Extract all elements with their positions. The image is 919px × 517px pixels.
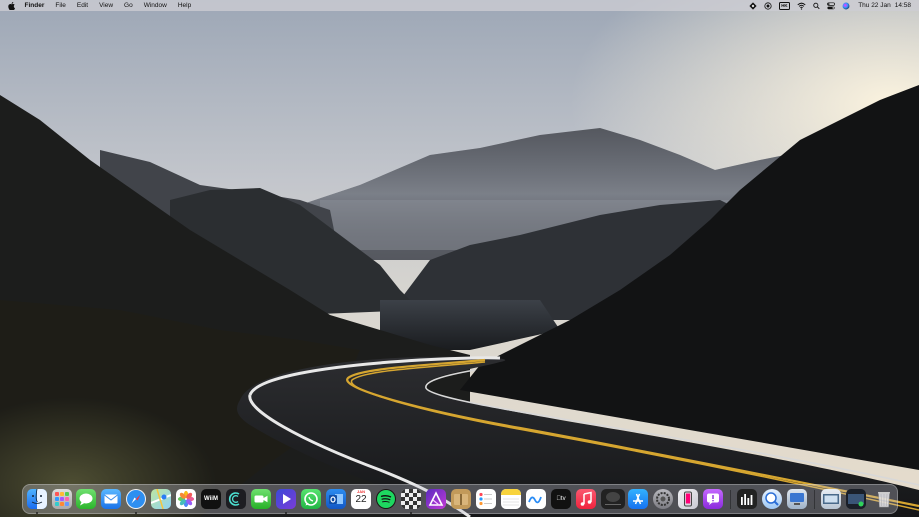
dock-app-audio-meter[interactable] [737, 489, 757, 509]
launchpad-icon [55, 492, 69, 506]
appletv-label: tv [558, 496, 566, 502]
whatsapp-icon [304, 492, 318, 506]
reminders-icon [479, 492, 492, 506]
menubar-clock[interactable]: Thu 22 Jan 14:58 [858, 2, 911, 9]
dock-app-screen-sharing[interactable] [787, 489, 807, 509]
dock-app-appstore[interactable] [628, 489, 648, 509]
dock-app-settings[interactable] [653, 489, 673, 509]
dock-stack-downloads[interactable] [821, 489, 841, 509]
audio-meter-icon [741, 494, 753, 505]
photos-icon [177, 490, 195, 508]
dock-separator [814, 490, 815, 509]
menu-help[interactable]: Help [172, 0, 196, 11]
dock-app-photos[interactable] [176, 489, 196, 509]
dock-trash[interactable] [874, 489, 894, 509]
menu-file[interactable]: File [50, 0, 71, 11]
screen-sharing-icon [790, 493, 804, 505]
dock: WiiM JAN 22 tv [22, 484, 898, 514]
dock-app-mail[interactable] [101, 489, 121, 509]
dock-app-preview[interactable] [762, 489, 782, 509]
dock-app-notes[interactable] [501, 489, 521, 509]
dock-app-music[interactable] [576, 489, 596, 509]
dock-app-outlook[interactable] [326, 489, 346, 509]
menubar-date: Thu 22 Jan [858, 2, 891, 9]
dock-separator [730, 490, 731, 509]
safari-icon [127, 490, 145, 508]
menu-go[interactable]: Go [119, 0, 139, 11]
dock-app-messages[interactable] [76, 489, 96, 509]
music-icon [580, 491, 592, 506]
input-source-icon[interactable]: HK [778, 0, 791, 11]
downloads-stack-icon [823, 494, 839, 504]
wiim-icon: WiiM [204, 496, 218, 502]
dock-app-screensaver[interactable] [601, 489, 625, 509]
dock-app-infuse[interactable] [276, 489, 296, 509]
menu-edit[interactable]: Edit [71, 0, 93, 11]
screensaver-icon [605, 492, 621, 505]
menubar-time: 14:58 [894, 2, 911, 9]
spotify-icon [377, 490, 395, 508]
dock-app-calendar[interactable]: JAN 22 [351, 489, 371, 509]
trash-icon [878, 492, 890, 508]
dock-app-appletv[interactable]: tv [551, 489, 571, 509]
maps-icon [151, 489, 171, 509]
apple-menu-icon[interactable] [8, 0, 15, 11]
facetime-icon [254, 495, 268, 503]
dock-app-freeform[interactable] [526, 489, 546, 509]
dock-stack-desktop[interactable] [846, 489, 866, 509]
siri-icon[interactable] [842, 0, 850, 11]
messages-icon [79, 493, 93, 506]
dock-app-finder[interactable] [27, 489, 47, 509]
spotlight-search-icon[interactable] [813, 0, 820, 11]
dock-app-launchpad[interactable] [52, 489, 72, 509]
feedback-icon [707, 493, 719, 505]
dock-app-archive[interactable] [451, 489, 471, 509]
infuse-icon [283, 494, 291, 504]
dock-app-whatsapp[interactable] [301, 489, 321, 509]
running-indicator [410, 511, 412, 514]
menu-app-name[interactable]: Finder [19, 0, 50, 11]
wifi-icon[interactable] [797, 0, 806, 11]
dock-app-chess[interactable] [401, 489, 421, 509]
screen-record-icon[interactable] [764, 0, 772, 11]
mail-icon [104, 494, 118, 504]
phone-mirroring-icon [684, 491, 692, 507]
freeform-icon [528, 496, 542, 504]
menu-bar: Finder File Edit View Go Window Help HK … [0, 0, 919, 11]
outlook-icon [329, 494, 343, 504]
desktop-stack-icon [848, 494, 864, 507]
control-center-icon[interactable] [827, 0, 836, 11]
calendar-day: 22 [355, 494, 367, 505]
dock-app-phone-mirroring[interactable] [678, 489, 698, 509]
notes-icon [501, 489, 521, 506]
running-indicator [285, 511, 287, 514]
dock-app-facetime[interactable] [251, 489, 271, 509]
menu-view[interactable]: View [94, 0, 119, 11]
appletv-icon: tv [556, 496, 565, 502]
running-indicator [135, 511, 137, 514]
desktop-wallpaper [0, 0, 919, 517]
running-indicator [36, 511, 38, 514]
input-source-label: HK [778, 1, 791, 10]
affinity-icon [428, 491, 444, 506]
menu-window[interactable]: Window [138, 0, 172, 11]
dock-app-spotify[interactable] [376, 489, 396, 509]
dock-app-affinity[interactable] [426, 489, 446, 509]
preview-icon [765, 492, 779, 506]
dock-app-maps[interactable] [151, 489, 171, 509]
appstore-icon [633, 493, 643, 505]
finder-icon [31, 489, 47, 509]
dock-app-safari[interactable] [126, 489, 146, 509]
dock-app-feedback[interactable] [703, 489, 723, 509]
dropbox-icon[interactable] [749, 0, 757, 11]
dock-app-wiim[interactable]: WiiM [201, 489, 221, 509]
chess-icon [401, 489, 421, 509]
audio-app-icon [228, 492, 240, 506]
dock-app-reminders[interactable] [476, 489, 496, 509]
archive-icon [454, 494, 468, 505]
dock-app-audio[interactable] [226, 489, 246, 509]
settings-icon [656, 492, 670, 506]
